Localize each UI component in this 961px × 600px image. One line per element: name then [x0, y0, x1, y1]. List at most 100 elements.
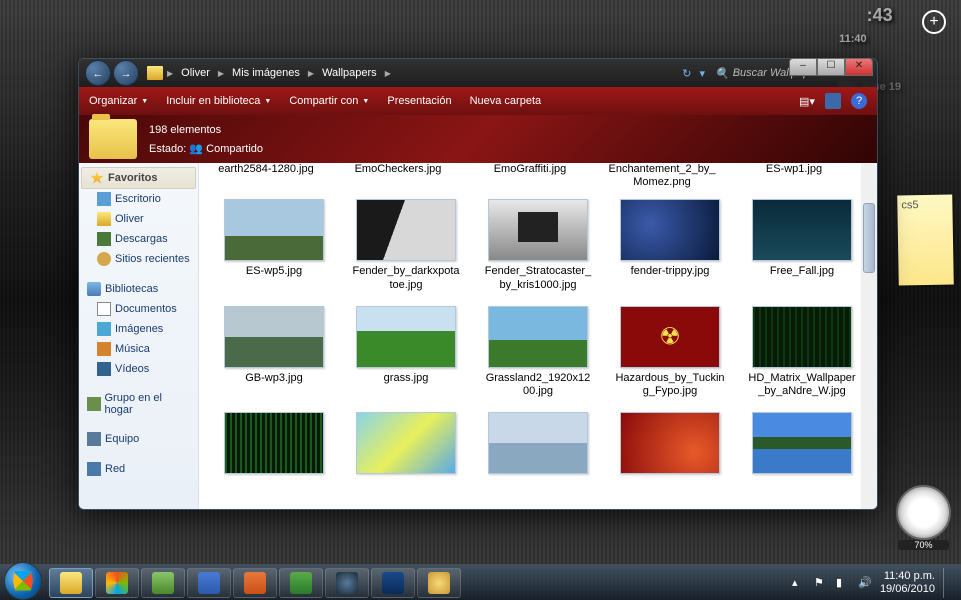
file-name: Free_Fall.jpg [770, 265, 834, 278]
item-icon [97, 232, 111, 246]
file-item[interactable]: grass.jpg [343, 302, 469, 402]
thumbnail [224, 199, 324, 261]
taskbar-app-paint[interactable] [417, 568, 461, 598]
sidebar-item[interactable]: Descargas [79, 229, 198, 249]
taskbar-app-excel[interactable] [279, 568, 323, 598]
breadcrumb-item[interactable]: Oliver [177, 67, 214, 79]
file-name[interactable]: Enchantement_2_by_Momez.png [607, 163, 717, 189]
app-icon [290, 572, 312, 594]
file-item[interactable]: Hazardous_by_Tucking_Fypo.jpg [607, 302, 733, 402]
file-item[interactable]: Grassland2_1920x1200.jpg [475, 302, 601, 402]
file-name[interactable]: EmoGraffiti.jpg [475, 163, 585, 189]
state-value: Compartido [206, 143, 263, 155]
sidebar-item[interactable]: Oliver [79, 209, 198, 229]
taskbar-app-browser[interactable] [325, 568, 369, 598]
sidebar-item[interactable]: Imágenes [79, 319, 198, 339]
show-hidden-icon[interactable]: ▴ [792, 576, 806, 590]
organize-menu[interactable]: Organizar▼ [89, 95, 148, 107]
taskbar-app-messenger[interactable] [141, 568, 185, 598]
chevron-right-icon[interactable]: ▶ [167, 69, 173, 78]
sidebar-item[interactable]: Documentos [79, 299, 198, 319]
breadcrumb-item[interactable]: Wallpapers [318, 67, 381, 79]
computer-item[interactable]: Equipo [79, 429, 198, 449]
include-library-menu[interactable]: Incluir en biblioteca▼ [166, 95, 271, 107]
titlebar[interactable]: ← → ▶ Oliver ▶ Mis imágenes ▶ Wallpapers… [79, 59, 877, 87]
chevron-down-icon: ▼ [264, 98, 271, 105]
refresh-icon[interactable]: ↻ [682, 67, 691, 80]
file-name[interactable]: earth2584-1280.jpg [211, 163, 321, 189]
tray-clock[interactable]: 11:40 p.m.19/06/2010 [880, 570, 935, 594]
file-name: Hazardous_by_Tucking_Fypo.jpg [615, 372, 725, 398]
taskbar-app-media[interactable] [95, 568, 139, 598]
file-item[interactable]: fender-trippy.jpg [607, 195, 733, 295]
file-item[interactable] [739, 408, 865, 482]
star-icon [90, 171, 104, 185]
file-item[interactable]: Free_Fall.jpg [739, 195, 865, 295]
explorer-window: – ☐ ✕ ← → ▶ Oliver ▶ Mis imágenes ▶ Wall… [78, 58, 878, 510]
file-name: grass.jpg [384, 372, 429, 385]
breadcrumb[interactable]: ▶ Oliver ▶ Mis imágenes ▶ Wallpapers ▶ [147, 63, 674, 83]
file-item[interactable] [607, 408, 733, 482]
scrollbar[interactable] [861, 163, 877, 509]
libraries-header[interactable]: Bibliotecas [79, 279, 198, 299]
sidebar-item[interactable]: Escritorio [79, 189, 198, 209]
file-item[interactable]: ES-wp5.jpg [211, 195, 337, 295]
show-desktop-button[interactable] [943, 568, 951, 598]
network-item[interactable]: Red [79, 459, 198, 479]
chevron-right-icon[interactable]: ▶ [308, 69, 314, 78]
back-button[interactable]: ← [85, 60, 111, 86]
thumbnail [752, 199, 852, 261]
close-button[interactable]: ✕ [845, 58, 873, 76]
sidebar-item[interactable]: Música [79, 339, 198, 359]
sidebar-item[interactable]: Vídeos [79, 359, 198, 379]
presentation-button[interactable]: Presentación [387, 95, 451, 107]
maximize-button[interactable]: ☐ [817, 58, 845, 76]
forward-button[interactable]: → [113, 60, 139, 86]
file-pane[interactable]: earth2584-1280.jpg EmoCheckers.jpg EmoGraf… [199, 163, 877, 509]
system-tray: ▴ ⚑ ▮ 🔊 11:40 p.m.19/06/2010 [792, 568, 957, 598]
thumbnail [356, 199, 456, 261]
sidebar-item[interactable]: Sitios recientes [79, 249, 198, 269]
file-item[interactable]: GB-wp3.jpg [211, 302, 337, 402]
thumbnail [752, 306, 852, 368]
file-name[interactable]: ES-wp1.jpg [739, 163, 849, 189]
file-name[interactable]: EmoCheckers.jpg [343, 163, 453, 189]
chevron-right-icon[interactable]: ▶ [218, 69, 224, 78]
app-icon [428, 572, 450, 594]
cpu-meter-gadget[interactable]: 70% [896, 485, 951, 540]
thumbnail [620, 306, 720, 368]
network-icon[interactable]: ▮ [836, 576, 850, 590]
file-item[interactable] [343, 408, 469, 482]
start-button[interactable] [4, 562, 42, 600]
file-name: Fender_by_darkxpotatoe.jpg [351, 265, 461, 291]
homegroup-item[interactable]: Grupo en el hogar [79, 389, 198, 419]
taskbar-app-powerpoint[interactable] [233, 568, 277, 598]
scroll-thumb[interactable] [863, 203, 875, 273]
thumbnail [620, 199, 720, 261]
taskbar-app-explorer[interactable] [49, 568, 93, 598]
file-item[interactable]: Fender_by_darkxpotatoe.jpg [343, 195, 469, 295]
breadcrumb-item[interactable]: Mis imágenes [228, 67, 304, 79]
library-icon [87, 282, 101, 296]
file-item[interactable] [211, 408, 337, 482]
view-options-button[interactable]: ▤▾ [799, 93, 815, 109]
app-icon [336, 572, 358, 594]
volume-icon[interactable]: 🔊 [858, 576, 872, 590]
preview-pane-button[interactable] [825, 93, 841, 109]
sticky-note[interactable]: cs5 [897, 195, 954, 286]
file-item[interactable]: Fender_Stratocaster_by_kris1000.jpg [475, 195, 601, 295]
clock-time: 11:40 [839, 33, 867, 45]
new-folder-button[interactable]: Nueva carpeta [470, 95, 542, 107]
file-item[interactable]: HD_Matrix_Wallpaper_by_aNdre_W.jpg [739, 302, 865, 402]
add-gadget-button[interactable]: + [922, 10, 946, 34]
taskbar-app-photoshop[interactable] [371, 568, 415, 598]
chevron-right-icon[interactable]: ▶ [385, 69, 391, 78]
dropdown-icon[interactable]: ▾ [699, 67, 705, 80]
favorites-header[interactable]: Favoritos [81, 167, 196, 189]
share-menu[interactable]: Compartir con▼ [289, 95, 369, 107]
file-item[interactable] [475, 408, 601, 482]
taskbar-app-word[interactable] [187, 568, 231, 598]
minimize-button[interactable]: – [789, 58, 817, 76]
help-button[interactable]: ? [851, 93, 867, 109]
flag-icon[interactable]: ⚑ [814, 576, 828, 590]
